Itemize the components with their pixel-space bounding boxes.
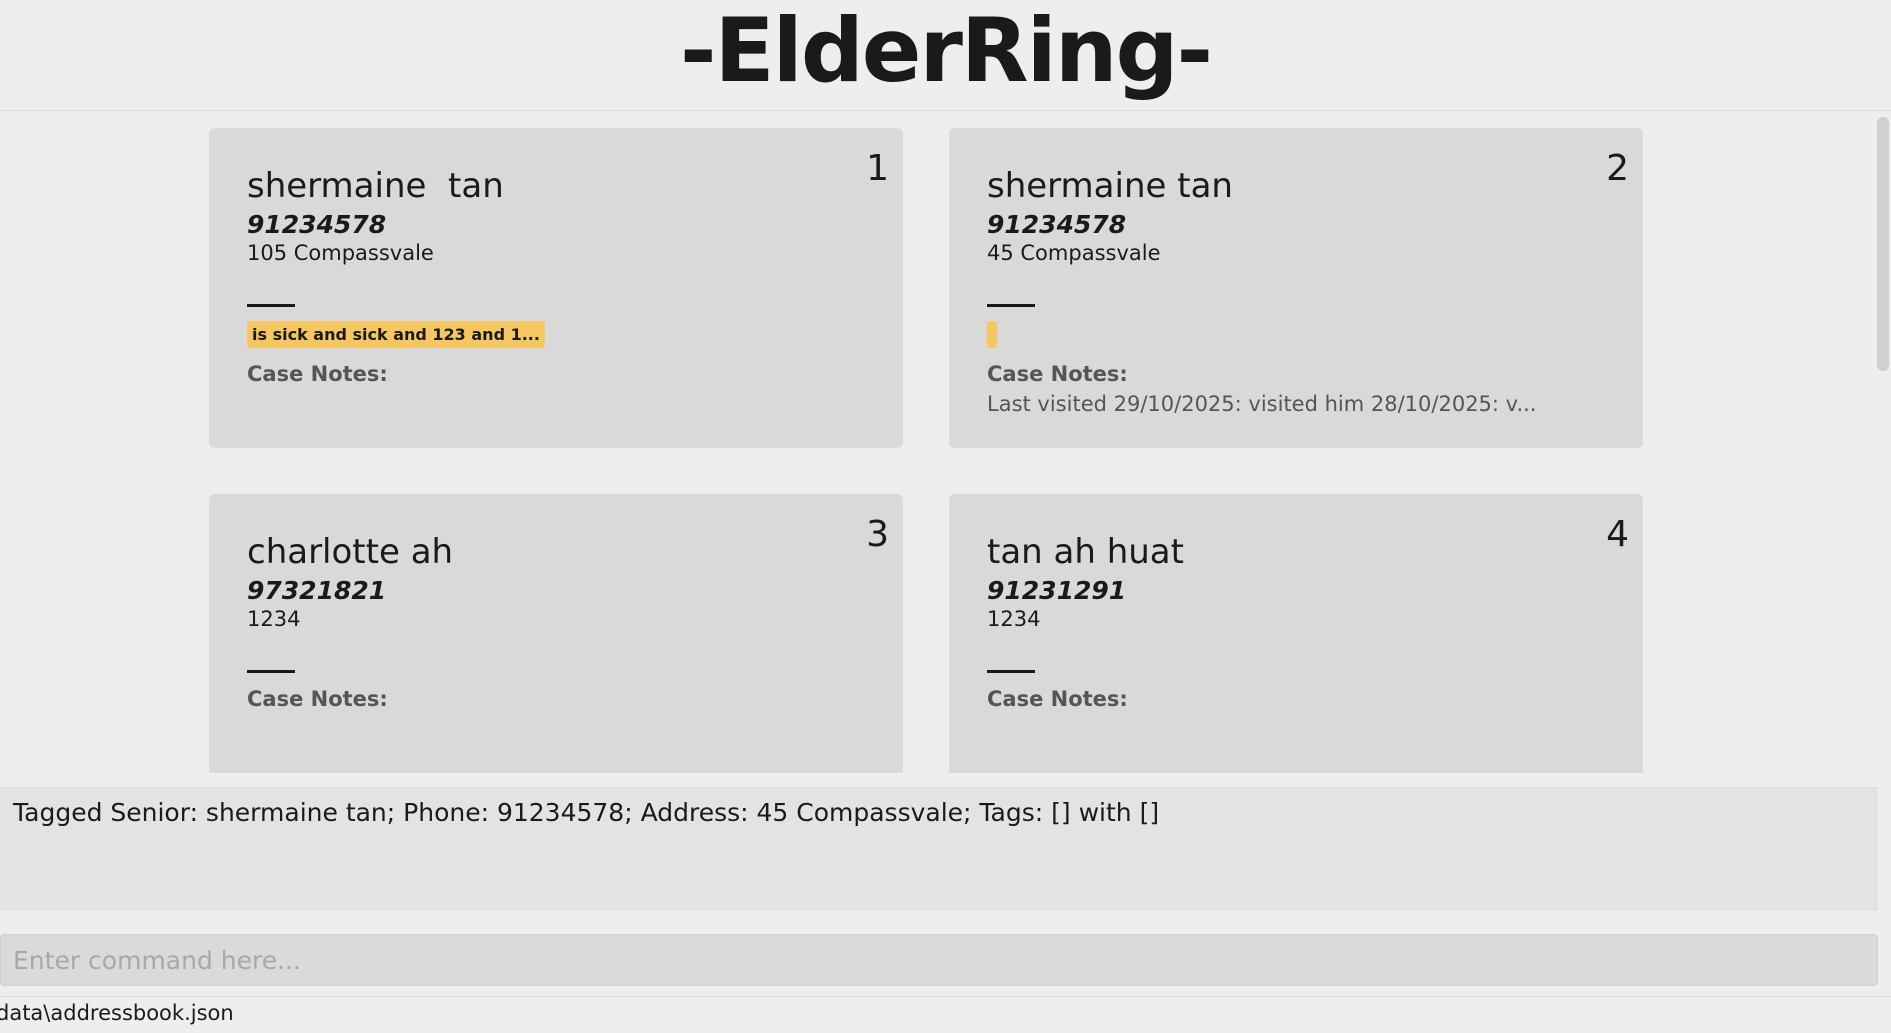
person-phone: 91234578 — [247, 210, 387, 239]
list-scrollbar[interactable] — [1873, 111, 1891, 773]
tag-badge: is sick and sick and 123 and 1... — [247, 321, 545, 348]
divider — [987, 670, 1035, 673]
person-phone: 97321821 — [247, 576, 387, 605]
person-address: 1234 — [247, 607, 301, 631]
divider — [247, 670, 295, 673]
person-phone: 91231291 — [987, 576, 1127, 605]
person-address: 1234 — [987, 607, 1041, 631]
person-name: shermaine tan — [987, 166, 1233, 206]
person-list[interactable]: 1 shermaine tan 91234578 105 Compassvale… — [0, 111, 1891, 773]
card-index: 3 — [866, 514, 889, 555]
case-notes-label: Case Notes: — [247, 687, 388, 711]
person-address: 105 Compassvale — [247, 241, 434, 265]
person-card[interactable]: 3 charlotte ah 97321821 1234 Case Notes: — [209, 494, 903, 773]
card-index: 1 — [866, 148, 889, 189]
command-box[interactable] — [0, 934, 1878, 986]
tag-list: is sick and sick and 123 and 1... — [247, 321, 903, 348]
app-window: -ElderRing- 1 shermaine tan 91234578 105… — [0, 0, 1891, 1033]
divider — [247, 304, 295, 307]
status-bar: data\addressbook.json — [0, 996, 1891, 1033]
divider — [987, 304, 1035, 307]
command-input[interactable] — [1, 935, 1877, 985]
card-index: 4 — [1606, 514, 1629, 555]
case-notes-label: Case Notes: — [247, 362, 388, 386]
case-notes-label: Case Notes: — [987, 687, 1128, 711]
save-file-path: data\addressbook.json — [0, 1001, 234, 1025]
app-title: -ElderRing- — [680, 0, 1213, 102]
result-display: Tagged Senior: shermaine tan; Phone: 912… — [0, 787, 1878, 911]
result-text: Tagged Senior: shermaine tan; Phone: 912… — [13, 798, 1160, 827]
person-address: 45 Compassvale — [987, 241, 1161, 265]
header: -ElderRing- — [0, 0, 1891, 111]
person-card[interactable]: 2 shermaine tan 91234578 45 Compassvale … — [949, 128, 1643, 448]
card-index: 2 — [1606, 148, 1629, 189]
person-name: shermaine tan — [247, 166, 504, 206]
case-notes-text: Last visited 29/10/2025: visited him 28/… — [987, 392, 1537, 416]
person-name: tan ah huat — [987, 532, 1184, 572]
person-card[interactable]: 4 tan ah huat 91231291 1234 Case Notes: — [949, 494, 1643, 773]
person-card[interactable]: 1 shermaine tan 91234578 105 Compassvale… — [209, 128, 903, 448]
person-phone: 91234578 — [987, 210, 1127, 239]
tag-list — [987, 321, 1643, 348]
tag-badge — [987, 321, 997, 348]
case-notes-label: Case Notes: — [987, 362, 1128, 386]
person-name: charlotte ah — [247, 532, 454, 572]
scrollbar-thumb[interactable] — [1877, 117, 1889, 371]
